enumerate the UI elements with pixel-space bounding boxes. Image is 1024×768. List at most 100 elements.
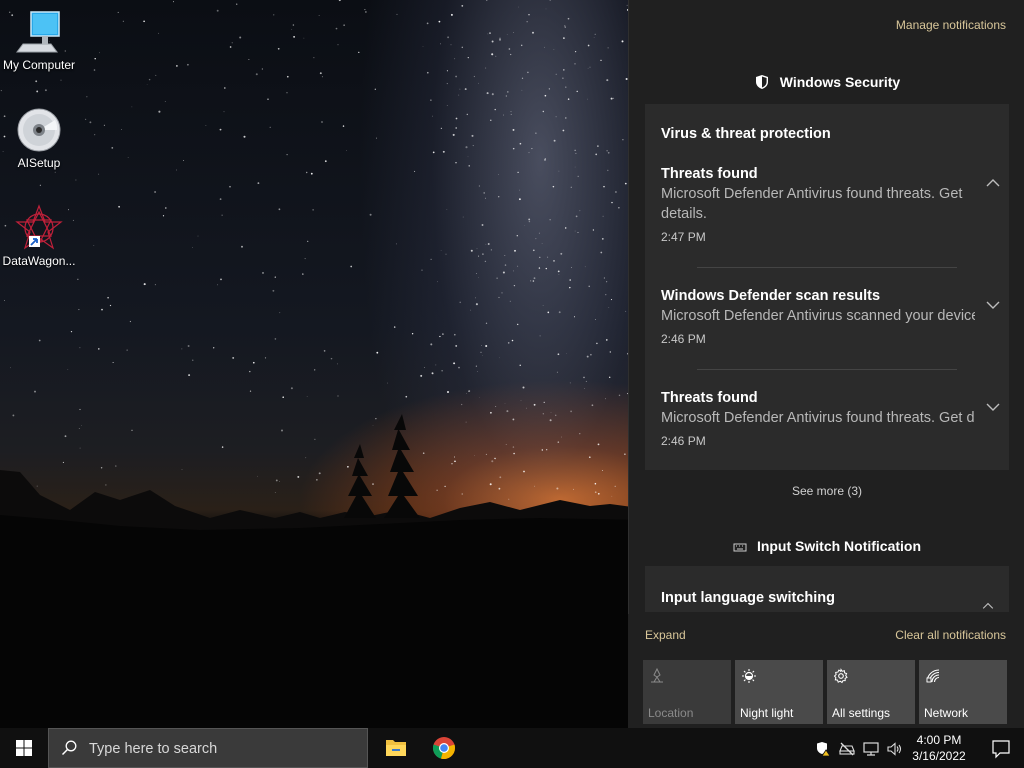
notification-item[interactable]: Threats found Microsoft Defender Antivir… xyxy=(661,390,1001,480)
star xyxy=(606,150,608,152)
desktop-icon-my-computer[interactable]: My Computer xyxy=(0,8,78,72)
star xyxy=(164,101,166,102)
input-switch-header[interactable]: Input Switch Notification xyxy=(629,538,1024,554)
star xyxy=(319,72,322,75)
quick-action-all-settings[interactable]: All settings xyxy=(827,660,915,724)
star xyxy=(466,393,467,394)
network-monitor-icon[interactable] xyxy=(862,740,880,758)
star xyxy=(464,88,467,91)
star xyxy=(516,235,518,237)
star xyxy=(509,300,511,302)
star xyxy=(126,349,128,351)
star xyxy=(229,185,231,188)
star xyxy=(369,213,372,216)
star xyxy=(612,97,615,100)
star xyxy=(120,129,122,130)
search-icon xyxy=(61,740,77,756)
star xyxy=(430,99,432,101)
star xyxy=(205,125,207,126)
disconnected-drive-icon[interactable] xyxy=(838,740,856,758)
star xyxy=(614,191,617,193)
star xyxy=(485,344,488,348)
star xyxy=(470,249,473,252)
star xyxy=(478,255,480,257)
star xyxy=(498,174,499,175)
chevron-up-icon[interactable] xyxy=(985,178,1001,188)
star xyxy=(533,277,536,280)
star xyxy=(458,366,460,369)
star xyxy=(148,78,151,81)
action-center-button[interactable] xyxy=(978,728,1024,768)
star xyxy=(255,73,258,76)
chevron-down-icon[interactable] xyxy=(985,402,1001,412)
start-button[interactable] xyxy=(0,728,48,768)
quick-action-location[interactable]: Location xyxy=(643,660,731,724)
star xyxy=(261,68,264,70)
quick-action-label: Network xyxy=(924,706,969,720)
notification-time: 2:46 PM xyxy=(661,434,706,448)
star xyxy=(441,370,443,372)
star xyxy=(548,88,550,90)
notification-group-card[interactable]: Input language switching xyxy=(645,566,1009,612)
quick-action-night-light[interactable]: Night light xyxy=(735,660,823,724)
notification-title: Windows Defender scan results xyxy=(661,288,881,304)
defender-warning-icon[interactable] xyxy=(814,740,832,758)
chevron-up-icon[interactable] xyxy=(981,602,995,610)
star xyxy=(603,185,605,188)
star xyxy=(424,367,425,368)
volume-icon[interactable] xyxy=(886,740,904,758)
divider xyxy=(697,267,957,268)
star xyxy=(60,79,62,81)
star xyxy=(176,169,177,171)
star xyxy=(601,237,604,240)
star xyxy=(558,311,561,314)
taskbar-clock[interactable]: 4:00 PM 3/16/2022 xyxy=(906,732,972,764)
manage-notifications-link[interactable]: Manage notifications xyxy=(896,18,1006,32)
star xyxy=(625,310,627,312)
star xyxy=(542,305,544,306)
star xyxy=(286,75,289,78)
expand-link[interactable]: Expand xyxy=(645,628,686,642)
star xyxy=(579,210,581,212)
star xyxy=(453,362,456,365)
star xyxy=(485,322,488,324)
star xyxy=(101,308,103,311)
desktop-icon-datawagon[interactable]: DataWagon... xyxy=(0,204,78,268)
star xyxy=(560,252,563,255)
taskbar-chrome[interactable] xyxy=(420,728,468,768)
desktop-icon-aisetup[interactable]: AISetup xyxy=(0,106,78,170)
star xyxy=(267,98,269,101)
star xyxy=(84,118,87,121)
star xyxy=(239,36,242,39)
star xyxy=(539,256,541,258)
notification-category-title: Virus & threat protection xyxy=(661,126,831,142)
see-more-link[interactable]: See more (3) xyxy=(629,484,1024,498)
star xyxy=(577,232,579,233)
clear-all-notifications-link[interactable]: Clear all notifications xyxy=(895,628,1006,642)
star xyxy=(532,31,534,34)
star xyxy=(600,59,602,62)
star xyxy=(257,182,260,185)
star xyxy=(519,142,522,145)
star xyxy=(562,77,564,79)
taskbar-file-explorer[interactable] xyxy=(372,728,420,768)
star xyxy=(486,0,488,1)
chevron-down-icon[interactable] xyxy=(985,300,1001,310)
windows-security-header[interactable]: Windows Security xyxy=(629,74,1024,90)
star xyxy=(605,294,607,296)
star xyxy=(589,66,591,68)
notification-item[interactable]: Threats found Microsoft Defender Antivir… xyxy=(661,166,1001,256)
star xyxy=(594,319,596,321)
star xyxy=(248,59,250,60)
star xyxy=(93,244,95,246)
star xyxy=(127,157,129,158)
star xyxy=(552,185,555,188)
taskbar-search-box[interactable]: Type here to search xyxy=(48,728,368,768)
star xyxy=(241,245,243,248)
star xyxy=(54,171,56,173)
quick-action-network[interactable]: Network xyxy=(919,660,1007,724)
star xyxy=(291,28,293,30)
star xyxy=(608,307,610,308)
star xyxy=(67,369,69,371)
notification-item[interactable]: Windows Defender scan results Microsoft … xyxy=(661,288,1001,378)
